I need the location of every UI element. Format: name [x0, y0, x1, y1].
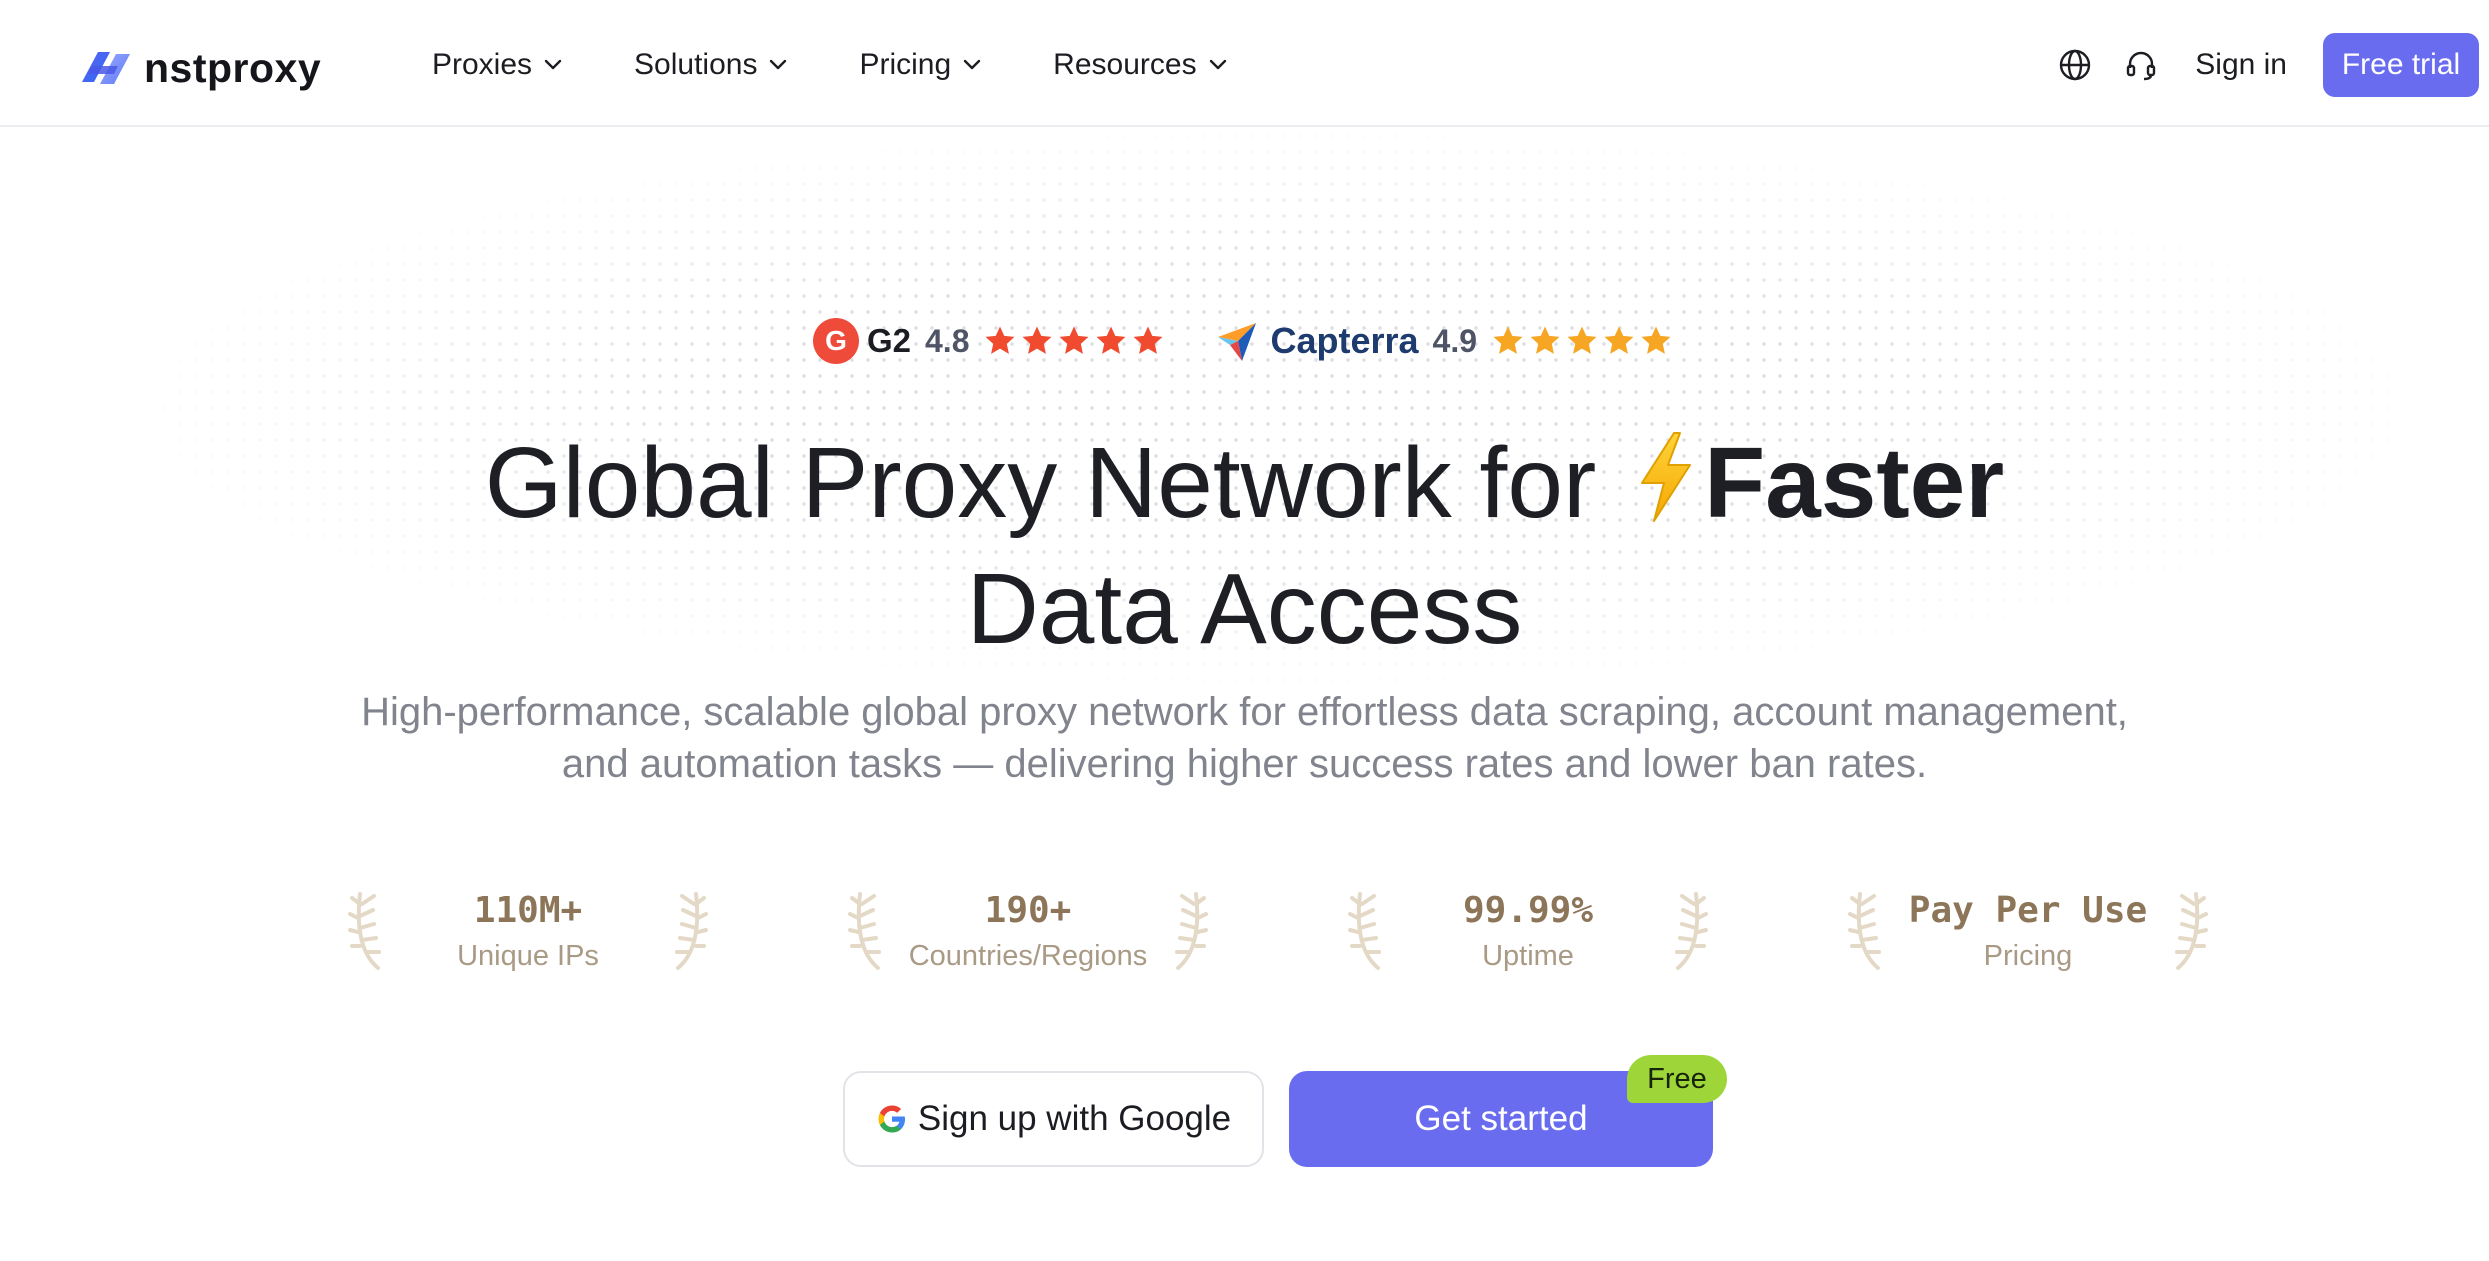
- sign-in-link[interactable]: Sign in: [2195, 48, 2287, 82]
- google-icon: [878, 1105, 905, 1133]
- chevron-down-icon: [1209, 59, 1226, 70]
- rating-g2[interactable]: G G2 4.8: [812, 318, 1169, 364]
- star-icon: [1023, 326, 1052, 354]
- stat-value: Pay Per Use: [1908, 890, 2148, 931]
- star-icon: [1641, 326, 1671, 354]
- star-icon: [1134, 326, 1163, 354]
- ratings-bar: G G2 4.8 Capterra 4.9: [0, 318, 2489, 364]
- nav-resources[interactable]: Resources: [1053, 48, 1226, 82]
- stat-pricing: Pay Per Use Pricing: [1848, 880, 2208, 990]
- hero-title-emphasis: Faster: [1704, 427, 2005, 539]
- header-actions: Sign in Free trial: [2055, 33, 2489, 97]
- laurel-icon: [1175, 892, 1208, 970]
- rating-score: 4.9: [1432, 322, 1478, 359]
- star-icon: [1567, 326, 1597, 354]
- hero-subtitle-line1: High-performance, scalable global proxy …: [361, 690, 2128, 734]
- star-icon: [986, 326, 1015, 354]
- laurel-icon: [2175, 892, 2208, 970]
- rating-platform: G2: [866, 322, 911, 359]
- g2-logo-icon: G: [812, 318, 859, 364]
- main-nav: Proxies Solutions Pricing Resources: [432, 48, 1299, 82]
- rating-capterra[interactable]: Capterra 4.9: [1216, 319, 1676, 363]
- hero-title-line1: Global Proxy Network for: [484, 427, 1597, 539]
- support-button[interactable]: [2121, 45, 2161, 85]
- hero-title: Global Proxy Network for Faster Data Acc…: [0, 420, 2489, 672]
- hero-title-line2: Data Access: [966, 553, 1523, 665]
- hero-subtitle-line2: and automation tasks — delivering higher…: [561, 742, 1928, 786]
- stat-uptime: 99.99% Uptime: [1348, 880, 1708, 990]
- star-icon: [1097, 326, 1126, 354]
- chevron-down-icon: [770, 59, 787, 70]
- capterra-logo-icon: [1218, 323, 1257, 361]
- chevron-down-icon: [544, 59, 562, 70]
- stat-label: Countries/Regions: [908, 940, 1148, 972]
- star-icon: [1604, 326, 1634, 354]
- logo-mark-icon: [82, 52, 130, 84]
- nav-label: Resources: [1053, 48, 1197, 81]
- stat-value: 110M+: [473, 890, 583, 931]
- star-rating: [1491, 324, 1676, 358]
- google-signup-label: Sign up with Google: [917, 1099, 1232, 1138]
- hero-subtitle: High-performance, scalable global proxy …: [260, 686, 2229, 790]
- star-rating: [983, 324, 1168, 358]
- site-header: nstproxy Proxies Solutions Pricing Resou…: [0, 8, 2489, 127]
- logo-text: nstproxy: [144, 44, 322, 91]
- google-signup-button[interactable]: Sign up with Google: [843, 1071, 1264, 1167]
- headset-icon: [2127, 51, 2156, 81]
- star-icon: [1530, 326, 1560, 354]
- free-trial-button[interactable]: Free trial: [2323, 33, 2479, 97]
- laurel-icon: [675, 892, 708, 970]
- free-badge: Free: [1627, 1055, 1727, 1103]
- nav-label: Proxies: [432, 48, 533, 81]
- stat-label: Uptime: [1482, 940, 1574, 972]
- language-button[interactable]: [2055, 45, 2095, 85]
- stat-value: 190+: [984, 890, 1072, 931]
- nav-pricing[interactable]: Pricing: [859, 48, 981, 82]
- stat-label: Unique IPs: [457, 940, 599, 972]
- nav-label: Pricing: [859, 48, 952, 81]
- star-icon: [1493, 326, 1523, 354]
- globe-icon: [2060, 49, 2091, 81]
- stat-unique-ips: 110M+ Unique IPs: [348, 880, 708, 990]
- laurel-icon: [1675, 892, 1708, 970]
- lightning-bolt-icon: [1641, 432, 1692, 522]
- stat-label: Pricing: [1983, 940, 2073, 972]
- chevron-down-icon: [963, 59, 981, 70]
- star-icon: [1060, 326, 1089, 354]
- nav-solutions[interactable]: Solutions: [634, 48, 787, 82]
- nav-proxies[interactable]: Proxies: [432, 48, 562, 82]
- logo[interactable]: nstproxy: [78, 44, 321, 92]
- stat-countries: 190+ Countries/Regions: [848, 880, 1208, 990]
- rating-score: 4.8: [925, 322, 970, 359]
- rating-platform: Capterra: [1270, 320, 1419, 361]
- stat-value: 99.99%: [1462, 890, 1594, 931]
- nav-label: Solutions: [634, 48, 758, 81]
